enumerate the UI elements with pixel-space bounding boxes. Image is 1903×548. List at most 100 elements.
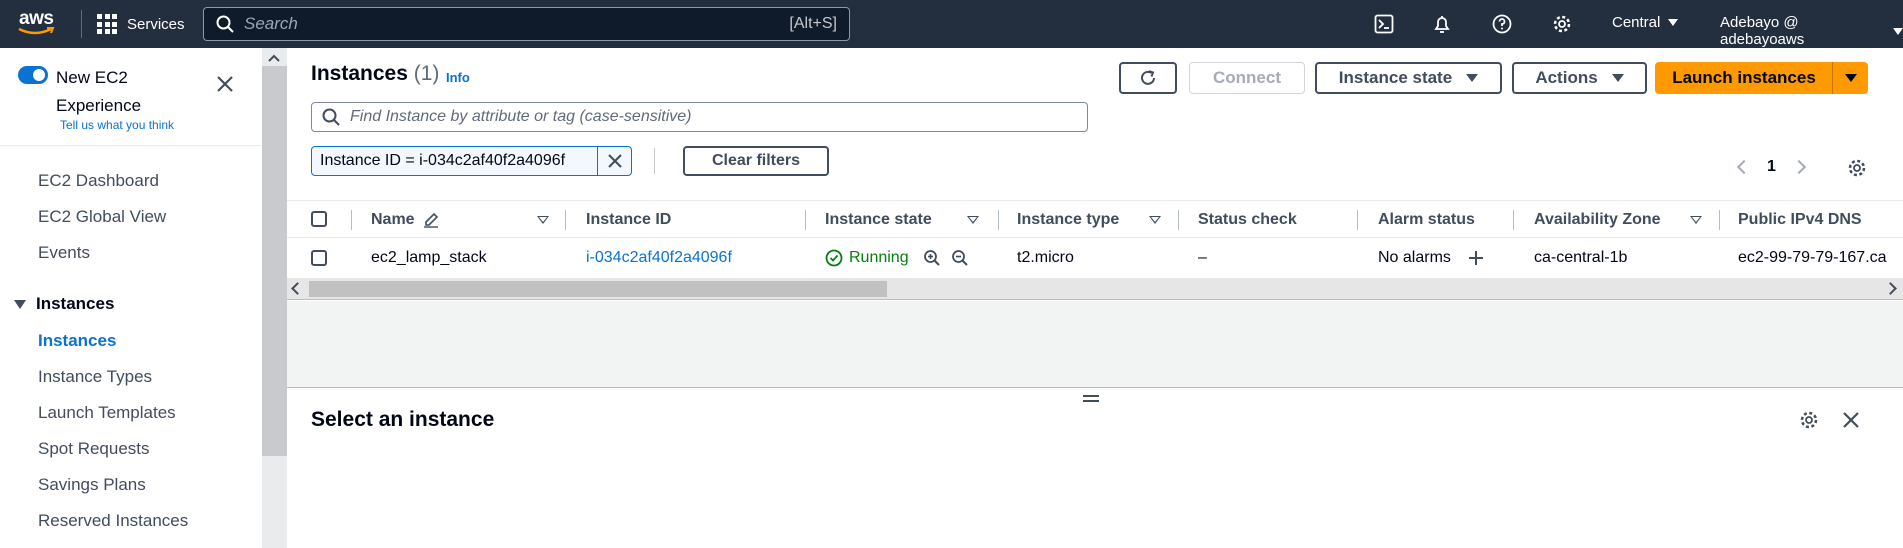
sort-icon[interactable] bbox=[537, 216, 549, 224]
column-header-public-ipv4-dns[interactable]: Public IPv4 DNS bbox=[1738, 201, 1862, 238]
column-header-status-check[interactable]: Status check bbox=[1198, 201, 1297, 238]
find-placeholder: Find Instance by attribute or tag (case-… bbox=[350, 108, 692, 125]
column-separator bbox=[998, 210, 999, 230]
search-icon bbox=[322, 108, 340, 126]
scroll-up-icon[interactable] bbox=[268, 54, 280, 62]
column-header-instance-type[interactable]: Instance type bbox=[1017, 201, 1119, 238]
column-separator bbox=[1513, 210, 1514, 230]
actions-label: Actions bbox=[1535, 68, 1598, 87]
search-icon bbox=[216, 15, 234, 33]
actions-dropdown[interactable]: Actions bbox=[1512, 62, 1647, 94]
sidebar-group-label: Instances bbox=[36, 294, 115, 313]
sidebar-item-spot-requests[interactable]: Spot Requests bbox=[38, 439, 150, 459]
search-shortcut: [Alt+S] bbox=[789, 15, 837, 32]
launch-options-dropdown[interactable] bbox=[1832, 62, 1868, 94]
state-text: Running bbox=[849, 249, 909, 266]
close-icon[interactable] bbox=[214, 73, 236, 95]
sidebar-item-instance-types[interactable]: Instance Types bbox=[38, 367, 152, 387]
resize-handle[interactable] bbox=[1083, 395, 1099, 403]
table-horizontal-scrollbar[interactable] bbox=[287, 278, 1903, 300]
refresh-button[interactable] bbox=[1119, 62, 1177, 94]
new-experience-title: New EC2 Experience bbox=[56, 68, 142, 115]
scroll-left-icon[interactable] bbox=[291, 282, 304, 295]
clear-filters-button[interactable]: Clear filters bbox=[683, 146, 829, 176]
sidebar-item-ec2-global-view[interactable]: EC2 Global View bbox=[38, 207, 166, 227]
services-menu-button[interactable]: Services bbox=[97, 12, 185, 36]
help-icon[interactable] bbox=[1490, 12, 1514, 36]
sidebar-item-instances[interactable]: Instances bbox=[38, 331, 116, 351]
sidebar-scrollbar[interactable] bbox=[262, 48, 287, 548]
caret-down-icon bbox=[1844, 74, 1857, 82]
top-navigation: aws Services Search [Alt+S] Central Adeb… bbox=[0, 0, 1903, 48]
cloudshell-icon[interactable] bbox=[1372, 12, 1396, 36]
column-separator bbox=[1357, 210, 1358, 230]
split-panel-settings-gear-icon[interactable] bbox=[1799, 410, 1819, 430]
sidebar-group-instances[interactable]: Instances bbox=[14, 294, 114, 314]
row-checkbox[interactable] bbox=[311, 250, 327, 266]
pagination: 1 bbox=[1736, 158, 1806, 176]
global-search-input[interactable]: Search [Alt+S] bbox=[203, 7, 850, 41]
info-link[interactable]: Info bbox=[446, 70, 470, 85]
cell-status-check: – bbox=[1198, 249, 1207, 266]
instance-state-label: Instance state bbox=[1338, 68, 1453, 87]
feedback-link[interactable]: Tell us what you think bbox=[60, 118, 174, 132]
page-title-text: Instances bbox=[311, 62, 408, 85]
connect-button[interactable]: Connect bbox=[1189, 62, 1305, 94]
sidebar-item-reserved-instances[interactable]: Reserved Instances bbox=[38, 511, 188, 531]
zoom-out-icon[interactable] bbox=[951, 249, 969, 267]
region-selector[interactable]: Central bbox=[1612, 14, 1679, 31]
column-header-availability-zone[interactable]: Availability Zone bbox=[1534, 201, 1661, 238]
column-separator bbox=[805, 210, 806, 230]
split-panel: Select an instance bbox=[287, 387, 1903, 548]
next-page-icon[interactable] bbox=[1791, 159, 1806, 175]
column-header-name[interactable]: Name bbox=[371, 201, 439, 238]
column-separator bbox=[565, 210, 566, 230]
select-all-checkbox[interactable] bbox=[311, 211, 327, 227]
nav-divider bbox=[81, 10, 82, 38]
settings-gear-icon[interactable] bbox=[1550, 12, 1574, 36]
edit-pencil-icon bbox=[423, 212, 438, 228]
sort-icon[interactable] bbox=[1690, 216, 1702, 224]
cell-instance-state: Running bbox=[825, 238, 969, 278]
current-page[interactable]: 1 bbox=[1767, 158, 1776, 176]
filter-token[interactable]: Instance ID = i-034c2af40f2a4096f bbox=[311, 146, 632, 176]
scroll-right-icon[interactable] bbox=[1884, 282, 1897, 295]
filter-token-text: Instance ID = i-034c2af40f2a4096f bbox=[312, 147, 598, 175]
search-placeholder: Search bbox=[244, 14, 298, 33]
caret-down-icon bbox=[1466, 74, 1479, 82]
aws-logo[interactable]: aws bbox=[17, 6, 61, 40]
cell-availability-zone: ca-central-1b bbox=[1534, 249, 1628, 266]
split-panel-close-icon[interactable] bbox=[1841, 410, 1861, 430]
column-separator bbox=[351, 210, 352, 230]
sidebar-item-ec2-dashboard[interactable]: EC2 Dashboard bbox=[38, 171, 159, 191]
add-alarm-plus-icon[interactable] bbox=[1467, 249, 1485, 267]
sidebar-item-events[interactable]: Events bbox=[38, 243, 90, 263]
instance-state-dropdown[interactable]: Instance state bbox=[1315, 62, 1502, 94]
sidebar-item-launch-templates[interactable]: Launch Templates bbox=[38, 403, 176, 423]
zoom-in-icon[interactable] bbox=[923, 249, 941, 267]
instance-id-link[interactable]: i-034c2af40f2a4096f bbox=[586, 238, 732, 278]
refresh-icon bbox=[1141, 70, 1155, 85]
column-separator bbox=[1719, 210, 1720, 230]
previous-page-icon[interactable] bbox=[1736, 159, 1752, 175]
status-badge-running: Running bbox=[825, 249, 909, 267]
column-header-instance-id[interactable]: Instance ID bbox=[586, 201, 671, 238]
sort-icon[interactable] bbox=[1149, 216, 1161, 224]
find-instance-input[interactable]: Find Instance by attribute or tag (case-… bbox=[311, 102, 1088, 132]
remove-filter-icon[interactable] bbox=[598, 147, 631, 175]
table-row[interactable]: ec2_lamp_stack i-034c2af40f2a4096f Runni… bbox=[287, 238, 1903, 278]
launch-instances-button[interactable]: Launch instances bbox=[1655, 62, 1833, 94]
alarm-status-text: No alarms bbox=[1378, 249, 1451, 266]
column-header-alarm-status[interactable]: Alarm status bbox=[1378, 201, 1475, 238]
column-header-instance-state[interactable]: Instance state bbox=[825, 201, 932, 238]
sidebar-item-savings-plans[interactable]: Savings Plans bbox=[38, 475, 146, 495]
sort-icon[interactable] bbox=[967, 216, 979, 224]
notifications-bell-icon[interactable] bbox=[1430, 12, 1454, 36]
scrollbar-thumb[interactable] bbox=[309, 281, 887, 297]
table-preferences-gear-icon[interactable] bbox=[1847, 158, 1867, 178]
account-menu[interactable]: Adebayo @ adebayoaws bbox=[1720, 14, 1903, 48]
account-label: Adebayo @ adebayoaws bbox=[1720, 14, 1805, 48]
scrollbar-thumb[interactable] bbox=[262, 66, 287, 456]
check-circle-icon bbox=[825, 249, 843, 267]
new-experience-toggle[interactable] bbox=[18, 66, 48, 84]
